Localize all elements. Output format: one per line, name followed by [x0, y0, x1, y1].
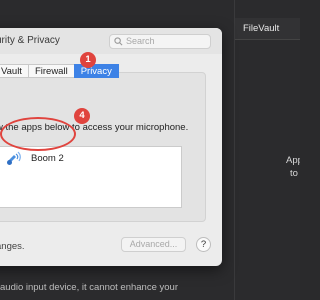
tab-filevault[interactable]: Vault [0, 64, 28, 78]
lock-hint-text: anges. [0, 241, 25, 252]
annotation-badge-1: 1 [80, 52, 96, 68]
search-placeholder: Search [126, 36, 155, 46]
help-button[interactable]: ? [196, 237, 211, 252]
background-right-text: App to [286, 154, 300, 180]
background-right-text-line2: to [290, 168, 298, 179]
background-bottom-text: audio input device, it cannot enhance yo… [0, 282, 178, 293]
tab-firewall[interactable]: Firewall [27, 64, 74, 78]
search-icon [114, 37, 123, 46]
annotation-badge-4: 4 [74, 108, 90, 124]
window-title: urity & Privacy [0, 35, 60, 46]
boom-speaker-icon [7, 151, 21, 165]
search-input[interactable]: Search [109, 34, 211, 49]
window-titlebar: urity & Privacy Search [0, 28, 222, 54]
tab-privacy[interactable]: Privacy [73, 64, 119, 78]
annotation-oval [0, 117, 76, 151]
app-name: Boom 2 [31, 153, 64, 164]
filevault-header: FileVault [235, 18, 300, 40]
tab-bar: Vault Firewall Privacy [0, 64, 119, 78]
background-divider [234, 0, 235, 300]
screen: FileVault App to audio input device, it … [0, 0, 300, 300]
app-list: Boom 2 [0, 146, 182, 208]
background-right-text-line1: App [286, 155, 300, 166]
advanced-button[interactable]: Advanced... [121, 237, 186, 252]
